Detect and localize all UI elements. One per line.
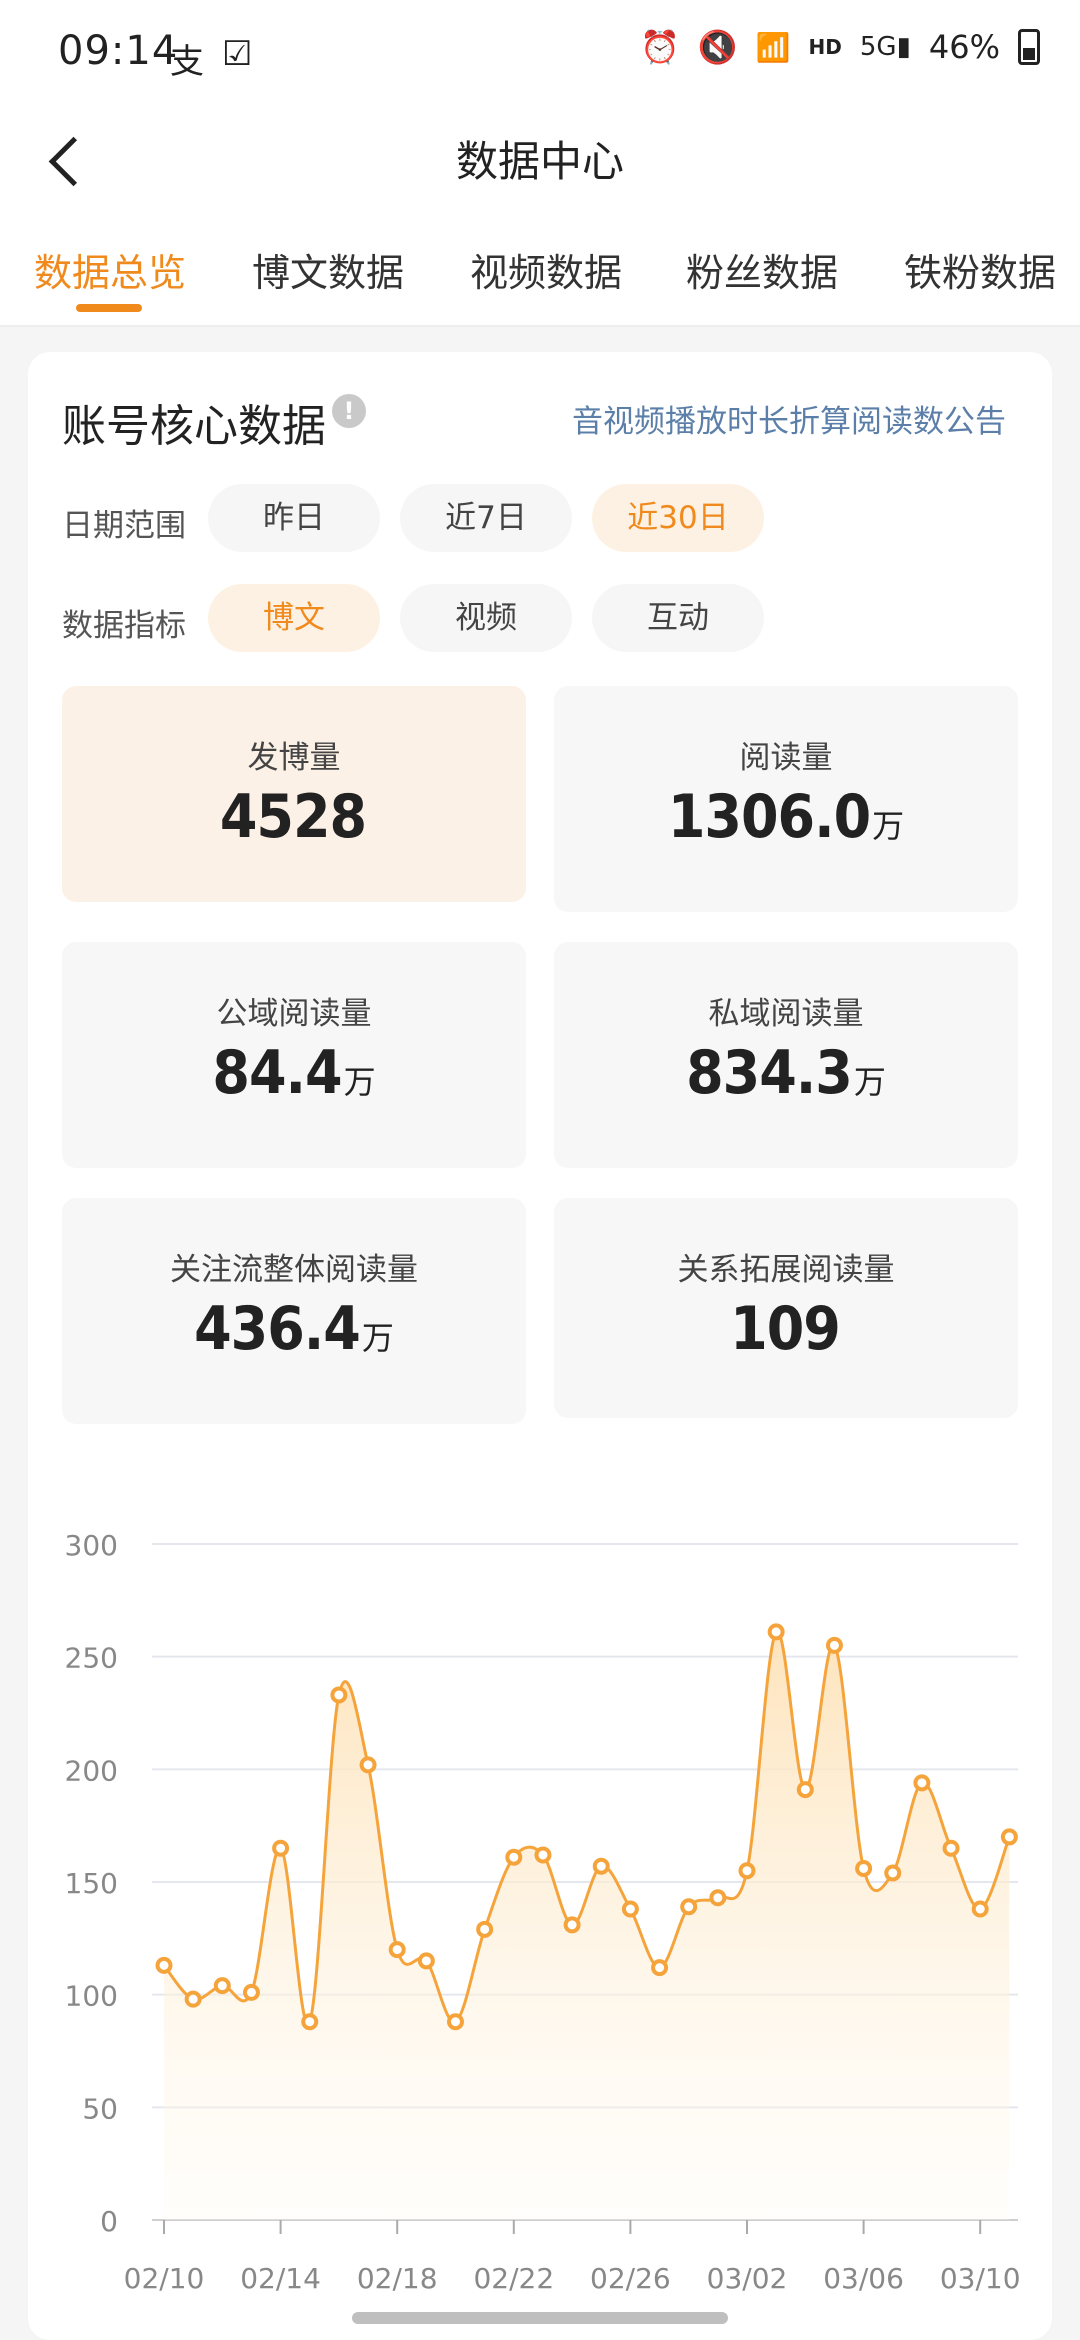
metric-unit: 万 xyxy=(361,1319,394,1357)
metric-label: 公域阅读量 xyxy=(216,996,372,1032)
tab-bar: 数据总览 博文数据 视频数据 粉丝数据 铁粉数据 xyxy=(0,210,1080,327)
date-range-label: 日期范围 xyxy=(62,508,186,544)
metric-private-read-count[interactable]: 私域阅读量 834.3万 xyxy=(554,942,1018,1168)
notice-link[interactable]: 音视频播放时长折算阅读数公告 xyxy=(572,396,1006,441)
metric-label: 关系拓展阅读量 xyxy=(677,1252,895,1288)
alarm-icon: ⏰ xyxy=(639,28,680,66)
metric-number: 4528 xyxy=(219,782,367,852)
metric-number: 84.4 xyxy=(212,1038,342,1108)
metric-option-interaction[interactable]: 互动 xyxy=(592,584,764,652)
metric-number: 834.3 xyxy=(686,1038,853,1108)
date-option-7days[interactable]: 近7日 xyxy=(400,484,572,552)
metric-read-count[interactable]: 阅读量 1306.0万 xyxy=(554,686,1018,912)
metric-number: 1306.0 xyxy=(667,782,871,852)
metric-option-video[interactable]: 视频 xyxy=(400,584,572,652)
metric-value: 834.3万 xyxy=(554,1038,1018,1108)
metric-public-read-count[interactable]: 公域阅读量 84.4万 xyxy=(62,942,526,1168)
metric-value: 4528 xyxy=(62,782,526,852)
checkbox-icon: ☑ xyxy=(222,34,253,74)
metric-value: 109 xyxy=(554,1294,1018,1364)
info-icon[interactable]: ! xyxy=(332,394,366,428)
metric-label: 关注流整体阅读量 xyxy=(170,1252,418,1288)
metric-follow-feed-read-count[interactable]: 关注流整体阅读量 436.4万 xyxy=(62,1198,526,1424)
status-right: ⏰ 🔇 📶 HD 5G▮ 46% xyxy=(640,28,1040,66)
metric-post-count[interactable]: 发博量 4528 xyxy=(62,686,526,902)
page-title: 数据中心 xyxy=(455,137,624,186)
metric-option-posts[interactable]: 博文 xyxy=(208,584,380,652)
tab-post-data[interactable]: 博文数据 xyxy=(252,242,404,297)
tab-video-data[interactable]: 视频数据 xyxy=(470,242,622,297)
home-indicator[interactable] xyxy=(352,2312,728,2324)
tab-iron-fans-data[interactable]: 铁粉数据 xyxy=(904,242,1056,297)
alipay-icon: 支 xyxy=(170,42,204,82)
metric-label: 私域阅读量 xyxy=(708,996,864,1032)
metric-number: 436.4 xyxy=(194,1294,361,1364)
card-title: 账号核心数据 xyxy=(62,401,326,452)
date-option-30days[interactable]: 近30日 xyxy=(592,484,764,552)
metric-relation-read-count[interactable]: 关系拓展阅读量 109 xyxy=(554,1198,1018,1418)
metric-unit: 万 xyxy=(853,1063,886,1101)
tab-overview[interactable]: 数据总览 xyxy=(34,242,186,297)
metric-value: 84.4万 xyxy=(62,1038,526,1108)
metric-label: 发博量 xyxy=(247,740,341,776)
metric-value: 436.4万 xyxy=(62,1294,526,1364)
date-option-yesterday[interactable]: 昨日 xyxy=(208,484,380,552)
metric-label: 阅读量 xyxy=(739,740,833,776)
metric-unit: 万 xyxy=(343,1063,376,1101)
tab-fans-data[interactable]: 粉丝数据 xyxy=(686,242,838,297)
battery-icon xyxy=(1018,29,1040,65)
metric-type-label: 数据指标 xyxy=(62,608,186,644)
tab-active-indicator xyxy=(76,304,142,312)
metric-unit: 万 xyxy=(872,807,905,845)
battery-percent: 46% xyxy=(928,28,1000,66)
nav-bar: 数据中心 xyxy=(0,110,1080,210)
status-bar: 09:14 支 ☑ ⏰ 🔇 📶 HD 5G▮ 46% xyxy=(0,0,1080,110)
5g-signal-icon: 5G▮ xyxy=(859,32,911,62)
hd-icon: HD xyxy=(808,35,842,59)
status-time: 09:14 xyxy=(58,28,179,74)
metric-value: 1306.0万 xyxy=(554,782,1018,852)
core-data-card: 账号核心数据 ! 音视频播放时长折算阅读数公告 日期范围 昨日 近7日 近30日… xyxy=(28,352,1052,2340)
mute-icon: 🔇 xyxy=(697,28,738,66)
wifi-icon: 📶 xyxy=(755,30,791,64)
metric-number: 109 xyxy=(730,1294,841,1364)
